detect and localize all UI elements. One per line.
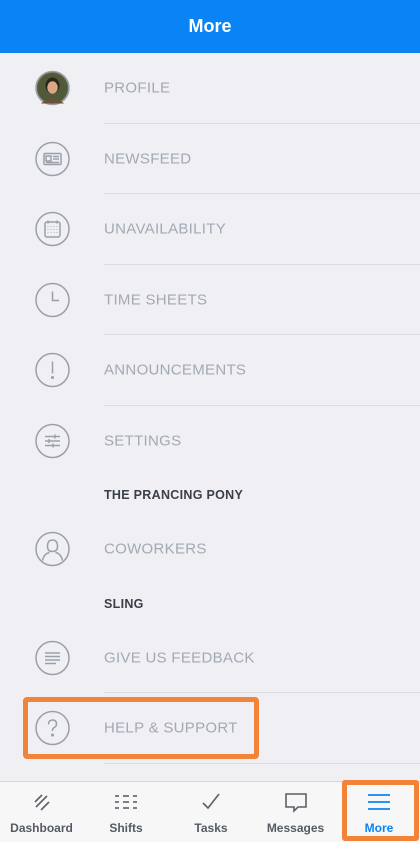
- chat-bubble-icon: [284, 793, 307, 813]
- menu-item-newsfeed[interactable]: NEWSFEED: [0, 124, 420, 194]
- tab-tasks[interactable]: Tasks: [169, 782, 253, 842]
- menu-label-coworkers: COWORKERS: [104, 540, 207, 558]
- tab-label-more: More: [364, 821, 394, 835]
- question-icon: [35, 711, 70, 746]
- sliders-icon: [35, 423, 70, 458]
- menu-label-unavailability: UNAVAILABILITY: [104, 220, 227, 238]
- top-header: More: [0, 0, 420, 53]
- menu-label-help: HELP & SUPPORT: [104, 719, 238, 737]
- divider: [104, 762, 420, 764]
- tab-label-dashboard: Dashboard: [10, 821, 73, 835]
- checkmark-icon: [202, 793, 220, 810]
- person-icon: [35, 532, 70, 567]
- section-label-app: SLING: [104, 596, 144, 611]
- tab-dashboard[interactable]: Dashboard: [0, 782, 83, 842]
- menu-item-timesheets[interactable]: TIME SHEETS: [0, 265, 420, 335]
- menu-label-newsfeed: NEWSFEED: [104, 150, 192, 168]
- menu-item-feedback[interactable]: GIVE US FEEDBACK: [0, 623, 420, 693]
- page-title: More: [188, 16, 232, 36]
- menu-label-profile: PROFILE: [104, 79, 171, 97]
- menu-label-announcements: ANNOUNCEMENTS: [104, 361, 247, 379]
- tab-more[interactable]: More: [338, 782, 420, 842]
- clock-icon: [35, 282, 70, 317]
- tab-label-messages: Messages: [266, 821, 325, 835]
- menu-label-feedback: GIVE US FEEDBACK: [104, 649, 255, 667]
- shifts-icon: [115, 795, 137, 809]
- exclamation-icon: [35, 353, 70, 388]
- tab-shifts[interactable]: Shifts: [83, 782, 169, 842]
- menu-label-timesheets: TIME SHEETS: [104, 291, 208, 309]
- menu-item-unavailability[interactable]: UNAVAILABILITY: [0, 194, 420, 265]
- newspaper-icon: [35, 141, 70, 176]
- tab-label-shifts: Shifts: [109, 821, 143, 835]
- menu-item-announcements[interactable]: ANNOUNCEMENTS: [0, 335, 420, 406]
- section-header-organization: THE PRANCING PONY: [0, 476, 420, 514]
- menu-label-settings: SETTINGS: [104, 432, 182, 450]
- menu-item-settings[interactable]: SETTINGS: [0, 406, 420, 477]
- section-label-organization: THE PRANCING PONY: [104, 488, 244, 502]
- section-header-app: SLING: [0, 585, 420, 623]
- more-menu: PROFILE NEWSFEED UNAVAILABILITY TIME SHE…: [0, 53, 420, 764]
- menu-item-coworkers[interactable]: COWORKERS: [0, 514, 420, 585]
- dashboard-icon: [33, 794, 50, 811]
- menu-item-profile[interactable]: PROFILE: [0, 53, 420, 124]
- menu-item-help[interactable]: HELP & SUPPORT: [0, 693, 420, 764]
- tab-label-tasks: Tasks: [194, 821, 228, 835]
- calendar-icon: [35, 212, 70, 247]
- lines-icon: [35, 640, 70, 675]
- hamburger-icon: [368, 794, 390, 810]
- bottom-tab-bar: Dashboard Shifts Tasks Messages More: [0, 781, 420, 842]
- avatar: [35, 71, 70, 106]
- tab-messages[interactable]: Messages: [253, 782, 338, 842]
